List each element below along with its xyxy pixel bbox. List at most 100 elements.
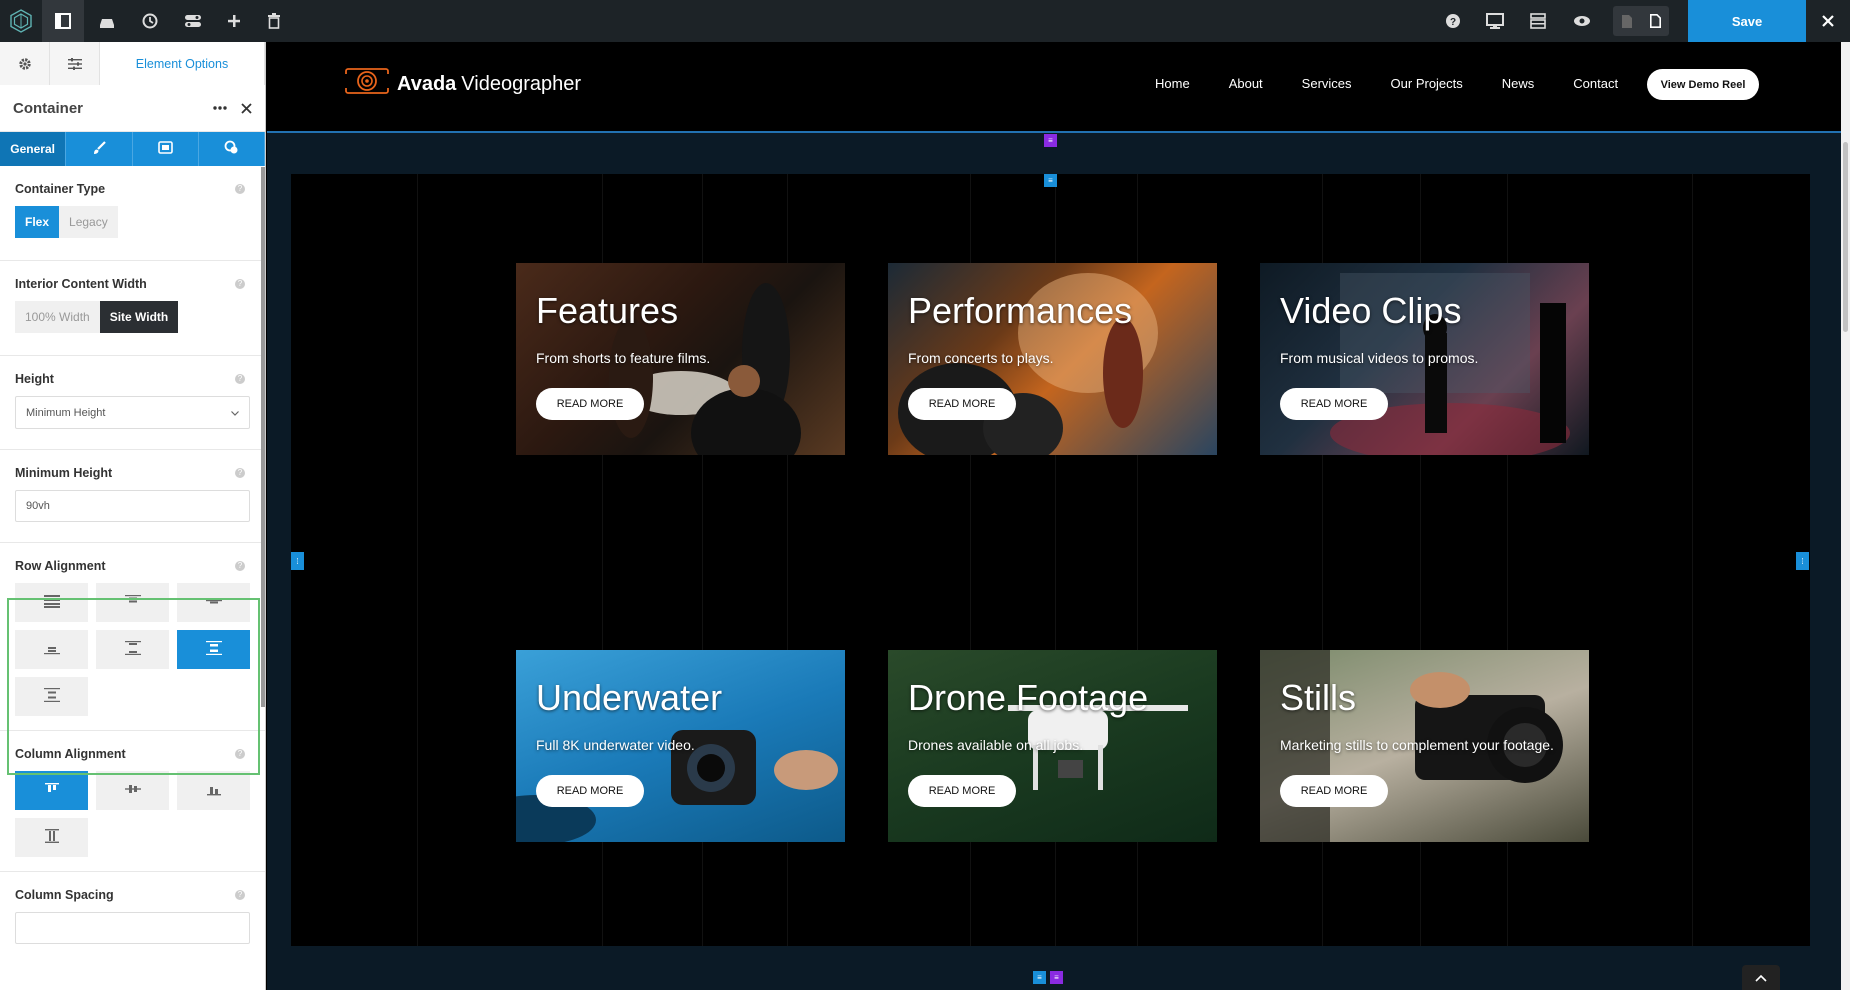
preview-icon[interactable] xyxy=(1561,0,1603,42)
column-spacing-input[interactable] xyxy=(15,912,250,944)
column-align-bottom[interactable] xyxy=(177,771,250,810)
sidebar-scrollbar[interactable] xyxy=(261,167,265,707)
nav-item-about[interactable]: About xyxy=(1229,76,1263,91)
close-icon[interactable] xyxy=(1806,0,1850,42)
desktop-icon[interactable] xyxy=(1474,0,1516,42)
service-card[interactable]: Performances From concerts to plays. REA… xyxy=(888,263,1217,455)
toggle-icon[interactable] xyxy=(172,0,214,42)
nav-item-home[interactable]: Home xyxy=(1155,76,1190,91)
tab-design[interactable] xyxy=(66,132,133,166)
column-alignment-grid xyxy=(15,771,250,857)
scrollbar-thumb[interactable] xyxy=(1843,142,1848,332)
container-padding-right xyxy=(1810,133,1842,946)
row-alignment-highlight xyxy=(7,598,260,775)
height-select-value: Minimum Height xyxy=(26,406,106,419)
more-options-icon[interactable] xyxy=(213,106,227,110)
width-100-percent[interactable]: 100% Width xyxy=(15,301,100,333)
row-handle-bottom-icon[interactable]: ≡ xyxy=(1033,971,1046,984)
layout-icon[interactable] xyxy=(1517,0,1559,42)
page-filled-icon[interactable] xyxy=(1641,6,1669,36)
column-guide xyxy=(1692,174,1693,946)
chevron-up-icon xyxy=(1755,971,1767,985)
save-button[interactable]: Save xyxy=(1688,0,1806,42)
tab-background[interactable] xyxy=(133,132,199,166)
column-align-stretch-icon xyxy=(44,829,59,846)
avada-logo-icon[interactable] xyxy=(0,0,42,42)
container-type-flex[interactable]: Flex xyxy=(15,206,60,238)
read-more-button[interactable]: READ MORE xyxy=(536,775,644,807)
close-panel-icon[interactable] xyxy=(241,102,252,114)
read-more-button[interactable]: READ MORE xyxy=(908,775,1016,807)
help-icon[interactable]: ? xyxy=(235,468,245,478)
card-title: Stills xyxy=(1280,677,1357,718)
option-minimum-height: Minimum Height ? 90vh xyxy=(0,450,265,543)
sliders-icon[interactable] xyxy=(50,42,100,85)
tab-extras[interactable] xyxy=(199,132,265,166)
gear-icon[interactable] xyxy=(0,42,50,85)
resize-left-handle-icon[interactable]: ⁞ xyxy=(291,552,304,570)
option-label: Minimum Height xyxy=(15,466,113,480)
nav-item-contact[interactable]: Contact xyxy=(1573,76,1618,91)
preview-scrollbar[interactable] xyxy=(1841,42,1850,990)
help-icon[interactable]: ? xyxy=(235,184,245,194)
width-site[interactable]: Site Width xyxy=(99,301,179,333)
brand-name-bold: Avada xyxy=(397,72,457,95)
resize-right-handle-icon[interactable]: ⁞ xyxy=(1796,552,1809,570)
container-handle-icon[interactable]: ≡ xyxy=(1044,134,1057,147)
history-icon[interactable] xyxy=(129,0,171,42)
scroll-to-top-button[interactable] xyxy=(1742,965,1780,990)
site-logo[interactable]: Avada Videographer xyxy=(345,68,581,100)
options-sidebar: Element Options Container General Contai… xyxy=(0,42,266,990)
service-card[interactable]: Underwater Full 8K underwater video. REA… xyxy=(516,650,845,842)
help-icon[interactable]: ? xyxy=(235,561,245,571)
container-handle-bottom-icon[interactable]: ≡ xyxy=(1050,971,1063,984)
card-subtitle: From concerts to plays. xyxy=(908,350,1054,366)
service-card[interactable]: Drone Footage Drones available on all jo… xyxy=(888,650,1217,842)
height-select[interactable]: Minimum Height xyxy=(15,396,250,429)
interior-width-toggle: 100% Width Site Width xyxy=(15,301,179,333)
background-icon xyxy=(157,141,173,157)
service-card[interactable]: Video Clips From musical videos to promo… xyxy=(1260,263,1589,455)
card-title: Features xyxy=(536,290,679,331)
library-icon[interactable] xyxy=(86,0,128,42)
card-subtitle: Full 8K underwater video. xyxy=(536,737,695,753)
column-align-stretch[interactable] xyxy=(15,818,88,857)
read-more-button[interactable]: READ MORE xyxy=(536,388,644,420)
card-subtitle: Drones available on all jobs. xyxy=(908,737,1084,753)
tab-general[interactable]: General xyxy=(0,132,67,166)
minimum-height-input[interactable]: 90vh xyxy=(15,490,250,522)
view-demo-reel-button[interactable]: View Demo Reel xyxy=(1647,69,1759,100)
help-icon[interactable]: ? xyxy=(235,279,245,289)
help-icon[interactable]: ? xyxy=(235,374,245,384)
read-more-button[interactable]: READ MORE xyxy=(1280,775,1388,807)
container-type-toggle: Flex Legacy xyxy=(15,206,118,238)
read-more-button[interactable]: READ MORE xyxy=(1280,388,1388,420)
nav-item-our-projects[interactable]: Our Projects xyxy=(1391,76,1463,91)
service-card[interactable]: Stills Marketing stills to complement yo… xyxy=(1260,650,1589,842)
option-label: Column Spacing xyxy=(15,888,114,902)
column-align-top[interactable] xyxy=(15,771,88,810)
nav-item-news[interactable]: News xyxy=(1502,76,1535,91)
add-icon[interactable] xyxy=(213,0,255,42)
sidebar-tabs: Element Options xyxy=(0,42,265,85)
extras-icon xyxy=(224,140,239,158)
read-more-button[interactable]: READ MORE xyxy=(908,388,1016,420)
option-container-type: Container Type ? Flex Legacy xyxy=(0,166,265,261)
container-type-legacy[interactable]: Legacy xyxy=(59,206,118,238)
builder-toolbar: ? Save xyxy=(0,0,1850,42)
service-card[interactable]: Features From shorts to feature films. R… xyxy=(516,263,845,455)
nav-item-services[interactable]: Services xyxy=(1302,76,1352,91)
main-nav: Home About Services Our Projects News Co… xyxy=(1155,76,1657,91)
page-icon[interactable] xyxy=(1613,6,1641,36)
option-label: Height xyxy=(15,372,54,386)
site-header: Avada Videographer Home About Services O… xyxy=(267,42,1850,132)
tab-element-options[interactable]: Element Options xyxy=(100,42,265,85)
column-align-center[interactable] xyxy=(96,771,169,810)
help-icon[interactable]: ? xyxy=(235,890,245,900)
trash-icon[interactable] xyxy=(253,0,295,42)
card-subtitle: Marketing stills to complement your foot… xyxy=(1280,737,1554,753)
sidebar-panel-icon[interactable] xyxy=(42,0,84,42)
row-handle-icon[interactable]: ≡ xyxy=(1044,174,1057,187)
help-icon[interactable]: ? xyxy=(1432,0,1474,42)
page-preview: Avada Videographer Home About Services O… xyxy=(267,42,1850,990)
